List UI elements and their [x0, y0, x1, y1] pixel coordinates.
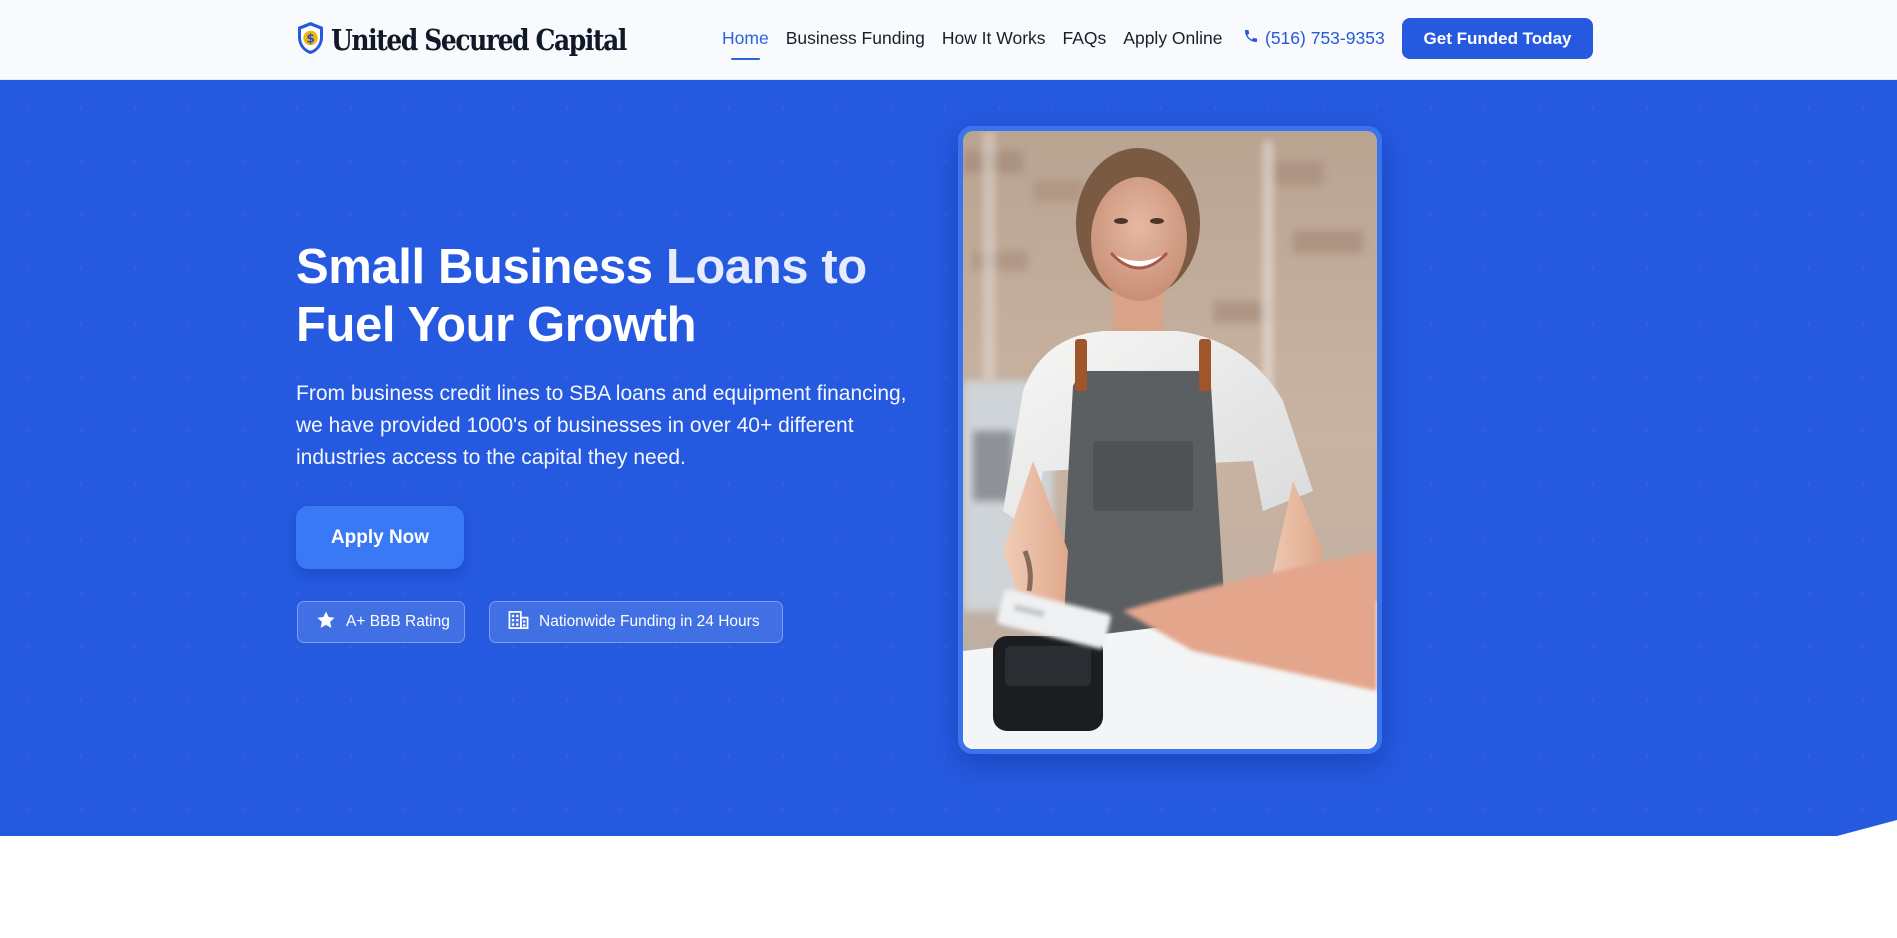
brand-logo-link[interactable]: $ United Secured Capital — [296, 20, 674, 60]
phone-icon — [1243, 26, 1259, 50]
hero-subtitle: From business credit lines to SBA loans … — [296, 382, 907, 469]
hero-title-part3: Fuel Your Growth — [296, 298, 697, 352]
nationwide-funding-label: Nationwide Funding in 24 Hours — [539, 613, 760, 630]
apply-now-button[interactable]: Apply Now — [296, 506, 464, 569]
hero-bottom-wave — [1837, 820, 1897, 836]
bbb-rating-badge: A+ BBB Rating — [297, 601, 465, 643]
hero-title-part1: Small Business — [296, 240, 666, 294]
hero-section — [0, 80, 1897, 836]
hero-title-part2: Loans to — [665, 240, 867, 294]
hero-title: Small Business Loans to Fuel Your Growth — [296, 238, 936, 354]
brand-name: United Secured Capital — [331, 23, 627, 57]
bbb-rating-label: A+ BBB Rating — [346, 613, 450, 630]
nav-link-faqs[interactable]: FAQs — [1063, 26, 1107, 50]
nav-link-apply-online[interactable]: Apply Online — [1123, 26, 1222, 50]
nationwide-funding-badge: Nationwide Funding in 24 Hours — [489, 601, 783, 643]
phone-link[interactable]: (516) 753-9353 — [1243, 26, 1385, 50]
building-icon — [508, 610, 529, 635]
nav-link-how-it-works[interactable]: How It Works — [942, 26, 1046, 50]
svg-text:$: $ — [306, 31, 314, 45]
nav-link-business-funding[interactable]: Business Funding — [786, 26, 925, 50]
site-header: $ United Secured Capital Home Business F… — [0, 0, 1897, 80]
hero-photo-frame — [958, 126, 1382, 754]
shield-dollar-icon: $ — [296, 21, 325, 60]
main-nav: Home Business Funding How It Works FAQs … — [722, 26, 1223, 60]
nav-link-home[interactable]: Home — [722, 26, 769, 60]
hero-photo — [963, 131, 1377, 749]
star-icon — [316, 610, 336, 635]
phone-number: (516) 753-9353 — [1265, 28, 1385, 48]
get-funded-button[interactable]: Get Funded Today — [1402, 18, 1593, 59]
